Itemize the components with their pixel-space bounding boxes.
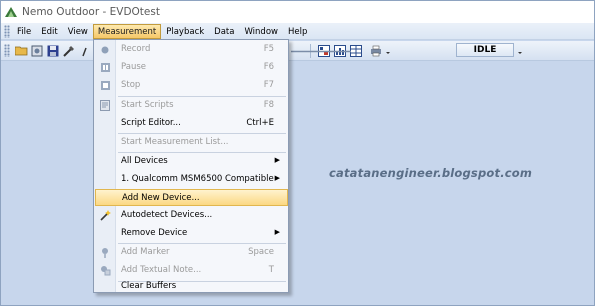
pause-label: Pause xyxy=(121,62,146,72)
menu-item-add-new-device[interactable]: Add New Device... xyxy=(95,189,288,206)
submenu-arrow-icon: ▶ xyxy=(274,228,280,236)
menu-item-all-devices[interactable]: All Devices ▶ xyxy=(95,153,288,170)
menu-item-record[interactable]: Record F5 xyxy=(95,41,288,58)
app-logo-icon xyxy=(5,7,17,17)
menu-data[interactable]: Data xyxy=(209,24,239,39)
window-title: Nemo Outdoor - EVDOtest xyxy=(22,6,160,18)
submenu-arrow-icon: ▶ xyxy=(274,156,280,164)
add-new-device-label: Add New Device... xyxy=(122,193,200,203)
start-scripts-label: Start Scripts xyxy=(121,100,174,110)
menu-bar: File Edit View Measurement Playback Data… xyxy=(1,23,594,40)
menubar-grip[interactable] xyxy=(4,24,10,38)
pause-icon xyxy=(98,61,112,74)
menu-item-start-measurement-list[interactable]: Start Measurement List... xyxy=(95,134,288,151)
menu-item-pause[interactable]: Pause F6 xyxy=(95,59,288,76)
print-icon[interactable] xyxy=(369,44,383,58)
menu-item-start-scripts[interactable]: Start Scripts F8 xyxy=(95,97,288,114)
submenu-arrow-icon: ▶ xyxy=(274,174,280,182)
status-indicator: IDLE xyxy=(456,43,514,57)
menu-edit[interactable]: Edit xyxy=(36,24,62,39)
menu-item-clear-buffers[interactable]: Clear Buffers xyxy=(95,276,288,293)
script-icon xyxy=(98,99,112,112)
stop-icon xyxy=(98,79,112,92)
start-measurement-list-label: Start Measurement List... xyxy=(121,137,229,147)
menu-measurement[interactable]: Measurement xyxy=(92,23,162,39)
qualcomm-device-label: 1. Qualcomm MSM6500 Compatible xyxy=(121,174,274,184)
app-window: Nemo Outdoor - EVDOtest File Edit View M… xyxy=(0,0,595,306)
tools-icon[interactable] xyxy=(62,44,76,58)
wand-icon[interactable] xyxy=(78,44,92,58)
menu-playback[interactable]: Playback xyxy=(161,24,209,39)
menu-item-qualcomm-device[interactable]: 1. Qualcomm MSM6500 Compatible ▶ xyxy=(95,171,288,188)
add-textual-note-label: Add Textual Note... xyxy=(121,265,202,275)
remove-device-label: Remove Device xyxy=(121,228,188,238)
menu-item-autodetect-devices[interactable]: Autodetect Devices... xyxy=(95,207,288,224)
menu-file[interactable]: File xyxy=(12,24,36,39)
watermark-text: catatanengineer.blogspot.com xyxy=(329,166,533,180)
zoom-slider[interactable] xyxy=(291,47,351,56)
wand-icon xyxy=(98,209,112,222)
add-marker-shortcut: Space xyxy=(248,247,274,257)
record-icon xyxy=(98,43,112,56)
dropdown-chevron-icon[interactable] xyxy=(385,44,391,58)
open-settings-icon[interactable] xyxy=(30,44,44,58)
script-editor-shortcut: Ctrl+E xyxy=(246,118,274,128)
menu-window[interactable]: Window xyxy=(239,24,283,39)
autodetect-devices-label: Autodetect Devices... xyxy=(121,210,213,220)
menu-item-script-editor[interactable]: Script Editor... Ctrl+E xyxy=(95,115,288,132)
title-bar: Nemo Outdoor - EVDOtest xyxy=(1,1,594,23)
pause-shortcut: F6 xyxy=(263,62,274,72)
open-folder-icon[interactable] xyxy=(14,44,28,58)
stop-label: Stop xyxy=(121,80,141,90)
script-editor-label: Script Editor... xyxy=(121,118,181,128)
add-textual-note-shortcut: T xyxy=(268,265,274,275)
stop-shortcut: F7 xyxy=(263,80,274,90)
add-marker-label: Add Marker xyxy=(121,247,170,257)
all-devices-label: All Devices xyxy=(121,156,168,166)
menu-item-add-marker[interactable]: Add Marker Space xyxy=(95,244,288,261)
table-view-icon[interactable] xyxy=(349,44,363,58)
menu-view[interactable]: View xyxy=(63,24,93,39)
clear-buffers-label: Clear Buffers xyxy=(121,281,177,291)
menu-help[interactable]: Help xyxy=(283,24,312,39)
save-icon[interactable] xyxy=(46,44,60,58)
status-chevron-icon[interactable] xyxy=(517,48,523,56)
start-scripts-shortcut: F8 xyxy=(263,100,274,110)
menu-item-stop[interactable]: Stop F7 xyxy=(95,77,288,94)
marker-icon xyxy=(98,246,112,259)
menu-item-remove-device[interactable]: Remove Device ▶ xyxy=(95,225,288,242)
measurement-menu: Record F5 Pause F6 Stop F7 Start Scripts… xyxy=(93,39,289,293)
record-shortcut: F5 xyxy=(263,44,274,54)
record-label: Record xyxy=(121,44,151,54)
toolbar-grip[interactable] xyxy=(4,44,10,57)
